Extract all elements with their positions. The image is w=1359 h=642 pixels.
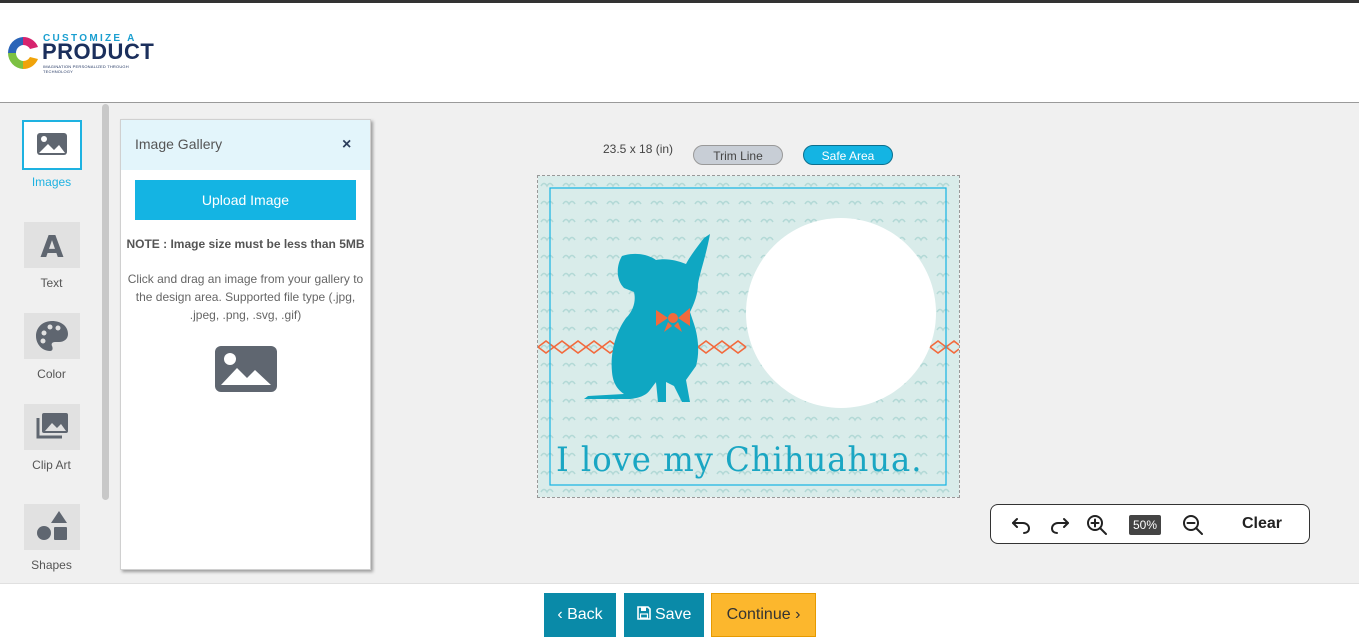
size-note: NOTE : Image size must be less than 5MB [126,237,365,251]
photo-placeholder-circle[interactable] [746,218,936,408]
continue-button[interactable]: Continue › [711,593,816,637]
svg-text:A: A [40,230,64,265]
image-gallery-panel: Image Gallery × Upload Image NOTE : Imag… [120,119,371,570]
logo-mark-icon [7,36,38,70]
sidebar-item-text[interactable]: A Text [0,222,103,290]
chevron-left-icon: ‹ [557,606,563,623]
sidebar-item-color[interactable]: Color [0,313,103,381]
app-header: CUSTOMIZE A PRODUCT IMAGINATION PERSONAL… [0,3,1359,103]
sidebar-item-label: Shapes [31,558,72,572]
design-caption-text[interactable]: I love my Chihuahua. [556,440,922,480]
safe-area-toggle[interactable]: Safe Area [803,145,893,165]
save-button[interactable]: Save [624,593,704,637]
image-icon [21,120,82,170]
text-icon: A [23,222,80,268]
clip-art-icon [23,404,80,450]
sidebar-scrollbar[interactable] [102,104,109,500]
empty-gallery-image-icon [215,346,277,392]
gallery-help-text: Click and drag an image from your galler… [127,272,364,322]
zoom-out-icon[interactable] [1181,513,1205,537]
upload-image-button[interactable]: Upload Image [135,180,356,220]
save-icon [636,606,651,620]
back-label: Back [567,606,603,623]
redo-icon[interactable] [1048,513,1072,537]
trim-line-toggle[interactable]: Trim Line [693,145,783,165]
tool-sidebar: Images A Text Color Clip Art Shapes [0,104,103,584]
save-label: Save [654,606,692,623]
sidebar-item-images[interactable]: Images [0,120,103,189]
sidebar-item-clip-art[interactable]: Clip Art [0,404,103,472]
sidebar-item-label: Text [40,276,63,290]
palette-icon [23,313,80,359]
zoom-in-icon[interactable] [1085,513,1109,537]
logo-tagline: IMAGINATION PERSONALIZED THROUGH TECHNOL… [43,64,129,74]
design-canvas[interactable]: I love my Chihuahua. [537,175,960,498]
zoom-toolbar: 50% Clear [990,504,1310,544]
clear-button[interactable]: Clear [1242,515,1282,533]
panel-header: Image Gallery × [121,120,370,170]
close-icon[interactable]: × [342,136,351,154]
shapes-icon [23,504,80,550]
sidebar-item-shapes[interactable]: Shapes [0,504,103,572]
panel-title: Image Gallery [135,136,223,152]
continue-label: Continue [726,606,791,623]
zoom-level-badge: 50% [1129,515,1161,535]
design-dimensions: 23.5 x 18 (in) [603,142,674,156]
sidebar-item-label: Color [37,367,66,381]
brand-logo[interactable]: CUSTOMIZE A PRODUCT IMAGINATION PERSONAL… [6,33,156,74]
logo-main-text: PRODUCT [42,39,155,64]
undo-icon[interactable] [1009,513,1033,537]
sidebar-item-label: Clip Art [32,458,71,472]
sidebar-item-label: Images [31,175,72,189]
back-button[interactable]: ‹ Back [544,593,616,637]
chevron-right-icon: › [795,606,801,623]
footer-bar: ‹ Back Save Continue › [0,583,1359,642]
